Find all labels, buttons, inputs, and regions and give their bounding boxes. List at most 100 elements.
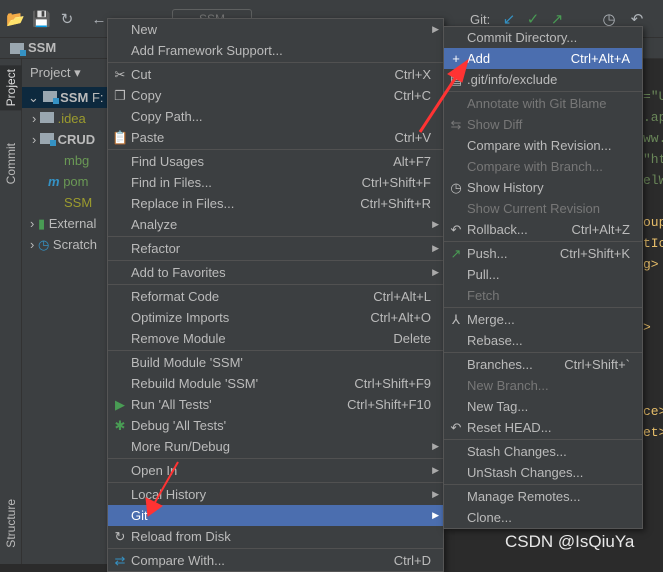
tab-project[interactable]: Project (0, 65, 22, 111)
folder-icon (39, 112, 54, 123)
sync-icon[interactable]: ↻ (58, 11, 76, 29)
undo-icon: ↶ (450, 420, 462, 435)
code-editor[interactable]: ="U .ap ww. "ht elW oup tIc g> > ce> et> (643, 59, 663, 564)
submenu-arrow-icon: ▶ (432, 243, 439, 253)
menu-item-new-branch[interactable]: New Branch... (444, 375, 642, 396)
menu-item-fetch[interactable]: Fetch (444, 285, 642, 306)
menu-item-remove-module[interactable]: Remove Module Delete (108, 328, 443, 349)
menu-item-more-run-debug[interactable]: More Run/Debug ▶ (108, 436, 443, 457)
menu-item-optimize-imports[interactable]: Optimize Imports Ctrl+Alt+O (108, 307, 443, 328)
menu-item-compare-with-revision[interactable]: Compare with Revision... (444, 135, 642, 156)
menu-item-label: Commit Directory... (467, 30, 578, 45)
menu-item-copy-path[interactable]: Copy Path... (108, 106, 443, 127)
menu-item-add-to-favorites[interactable]: Add to Favorites ▶ (108, 262, 443, 283)
menu-item-annotate-with-git-blame[interactable]: Annotate with Git Blame (444, 93, 642, 114)
menu-item-show-history[interactable]: ◷ Show History (444, 177, 642, 198)
tree-item-scratches[interactable]: › ◷ Scratch (22, 234, 112, 255)
breadcrumb-project[interactable]: SSM (28, 40, 56, 55)
menu-item-label: UnStash Changes... (467, 465, 584, 480)
menu-item-label: Optimize Imports (131, 310, 230, 325)
tab-commit[interactable]: Commit (4, 143, 18, 184)
menu-item-label: Reformat Code (131, 289, 220, 304)
context-menu: New ▶ Add Framework Support... ✂ Cut Ctrl+X ❐ C… (107, 18, 444, 572)
menu-item-label: Show Current Revision (467, 201, 600, 216)
menu-item-label: Open In (131, 463, 178, 478)
code-line: g> (643, 257, 659, 272)
shortcut-label: Ctrl+Alt+O (370, 310, 431, 325)
menu-item-compare-with-branch[interactable]: Compare with Branch... (444, 156, 642, 177)
menu-item-rollback[interactable]: ↶ Rollback... Ctrl+Alt+Z (444, 219, 642, 240)
code-line: > (643, 320, 651, 335)
menu-item-analyze[interactable]: Analyze ▶ (108, 214, 443, 235)
open-folder-icon[interactable]: 📂 (6, 11, 25, 29)
menu-item-reformat-code[interactable]: Reformat Code Ctrl+Alt+L (108, 286, 443, 307)
shortcut-label: Ctrl+Shift+K (559, 246, 630, 261)
submenu-arrow-icon: ▶ (432, 465, 439, 475)
menu-item-cut[interactable]: ✂ Cut Ctrl+X (108, 64, 443, 85)
menu-item-push[interactable]: ↗ Push... Ctrl+Shift+K (444, 243, 642, 264)
libraries-icon: ▮ (37, 216, 46, 231)
menu-item-show-diff[interactable]: ⇆ Show Diff (444, 114, 642, 135)
menu-item-pull[interactable]: Pull... (444, 264, 642, 285)
menu-item-add[interactable]: + Add Ctrl+Alt+A (444, 48, 642, 69)
menu-item-find-usages[interactable]: Find Usages Alt+F7 (108, 151, 443, 172)
menu-item-commit-directory[interactable]: Commit Directory... (444, 27, 642, 48)
tree-item-crud[interactable]: › CRUD (22, 129, 112, 150)
menu-item-new[interactable]: New ▶ (108, 19, 443, 40)
menu-item-manage-remotes[interactable]: Manage Remotes... (444, 486, 642, 507)
save-icon[interactable]: 💾 (32, 11, 51, 29)
menu-item-git-info-exclude[interactable]: ▤ .git/info/exclude (444, 69, 642, 90)
tree-item-external-libraries[interactable]: › ▮ External (22, 213, 112, 234)
tree-item-idea[interactable]: › .idea (22, 108, 112, 129)
menu-item-branches[interactable]: Branches... Ctrl+Shift+` (444, 354, 642, 375)
project-view-label: Project (30, 65, 71, 80)
submenu-arrow-icon: ▶ (432, 510, 439, 520)
menu-item-find-in-files[interactable]: Find in Files... Ctrl+Shift+F (108, 172, 443, 193)
menu-item-debug-all-tests[interactable]: ✱ Debug 'All Tests' (108, 415, 443, 436)
run-icon: ▶ (115, 397, 125, 412)
submenu-arrow-icon: ▶ (432, 267, 439, 277)
menu-item-reload-from-disk[interactable]: ↻ Reload from Disk (108, 526, 443, 547)
menu-item-rebase[interactable]: Rebase... (444, 330, 642, 351)
menu-item-label: Refactor (131, 241, 181, 256)
menu-item-stash-changes[interactable]: Stash Changes... (444, 441, 642, 462)
menu-item-copy[interactable]: ❐ Copy Ctrl+C (108, 85, 443, 106)
menu-item-label: Add (467, 51, 491, 66)
menu-item-label: Add to Favorites (131, 265, 226, 280)
menu-item-local-history[interactable]: Local History ▶ (108, 484, 443, 505)
tree-item-ssm-iml[interactable]: SSM (22, 192, 112, 213)
menu-item-build-module-ssm[interactable]: Build Module 'SSM' (108, 352, 443, 373)
menu-item-replace-in-files[interactable]: Replace in Files... Ctrl+Shift+R (108, 193, 443, 214)
menu-item-new-tag[interactable]: New Tag... (444, 396, 642, 417)
menu-item-merge[interactable]: ⅄ Merge... (444, 309, 642, 330)
menu-item-run-all-tests[interactable]: ▶ Run 'All Tests' Ctrl+Shift+F10 (108, 394, 443, 415)
submenu-arrow-icon: ▶ (432, 441, 439, 451)
menu-item-compare-with[interactable]: ⇄ Compare With... Ctrl+D (108, 550, 443, 571)
shortcut-label: Ctrl+Shift+` (564, 357, 630, 372)
code-line: ww. (643, 131, 663, 146)
project-view-selector[interactable]: Project ▾ (22, 59, 112, 87)
menu-item-git[interactable]: Git ▶ (108, 505, 443, 526)
menu-item-reset-head[interactable]: ↶ Reset HEAD... (444, 417, 642, 438)
menu-item-label: Annotate with Git Blame (467, 96, 607, 111)
code-line: et> (643, 425, 663, 440)
menu-item-label: New Tag... (467, 399, 529, 414)
shortcut-label: Ctrl+Alt+L (373, 289, 431, 304)
menu-item-clone[interactable]: Clone... (444, 507, 642, 528)
menu-item-open-in[interactable]: Open In ▶ (108, 460, 443, 481)
menu-item-rebuild-module-ssm[interactable]: Rebuild Module 'SSM' Ctrl+Shift+F9 (108, 373, 443, 394)
project-panel: Project ▾ ⌄ SSM F: › .idea › CRUD mbg m … (22, 59, 112, 564)
tab-structure[interactable]: Structure (4, 499, 18, 548)
menu-item-show-current-revision[interactable]: Show Current Revision (444, 198, 642, 219)
menu-item-unstash-changes[interactable]: UnStash Changes... (444, 462, 642, 483)
back-icon[interactable]: ← (90, 11, 108, 29)
menu-item-add-framework-support[interactable]: Add Framework Support... (108, 40, 443, 61)
menu-item-label: Copy (131, 88, 162, 103)
tree-item-mbg[interactable]: mbg (22, 150, 112, 171)
tree-item-ssm[interactable]: ⌄ SSM F: (22, 87, 112, 108)
menu-item-refactor[interactable]: Refactor ▶ (108, 238, 443, 259)
module-folder-icon (39, 133, 56, 146)
shortcut-label: Delete (393, 331, 431, 346)
menu-item-paste[interactable]: 📋 Paste Ctrl+V (108, 127, 443, 148)
tree-item-pom[interactable]: m pom (22, 171, 112, 192)
